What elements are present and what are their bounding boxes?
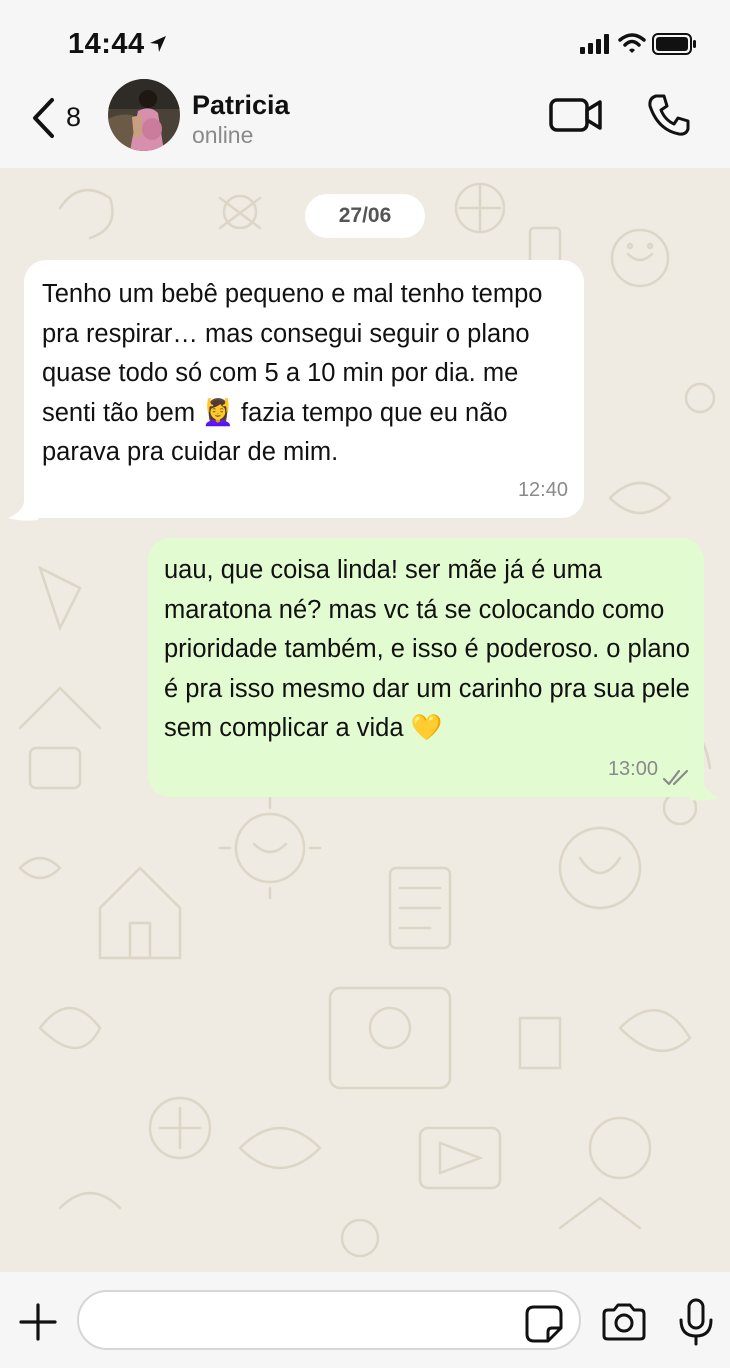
camera-icon[interactable] (600, 1302, 648, 1342)
message-text: uau, que coisa linda! ser mãe já é uma m… (164, 556, 690, 743)
message-timestamp: 13:00 (607, 757, 658, 780)
video-camera-icon[interactable] (548, 94, 604, 136)
phone-icon[interactable] (646, 92, 692, 138)
date-chip: 27/06 (305, 194, 425, 238)
message-bubble-incoming[interactable]: Tenho um bebê pequeno e mal tenho tempo … (24, 260, 584, 518)
message-text: Tenho um bebê pequeno e mal tenho tempo … (42, 280, 543, 466)
chevron-left-icon (33, 98, 54, 138)
wifi-icon (618, 33, 646, 53)
avatar[interactable] (108, 79, 180, 151)
clock: 14:44 (68, 28, 145, 60)
read-receipt-icon (662, 769, 689, 786)
battery-icon (652, 33, 696, 55)
status-bar: 14:44 (0, 0, 730, 80)
unread-count: 8 (66, 102, 82, 132)
plus-icon[interactable] (18, 1302, 58, 1342)
location-arrow-icon (150, 36, 166, 52)
message-input[interactable] (77, 1290, 581, 1350)
message-bubble-outgoing[interactable]: uau, que coisa linda! ser mãe já é uma m… (148, 538, 704, 797)
chat-area[interactable]: 27/06 Tenho um bebê pequeno e mal tenho … (0, 168, 730, 1272)
microphone-icon[interactable] (676, 1298, 716, 1346)
contact-name[interactable]: Patricia (192, 90, 290, 121)
contact-status: online (192, 122, 254, 148)
sticker-icon[interactable] (524, 1304, 564, 1344)
input-bar (0, 1272, 730, 1368)
message-timestamp: 12:40 (517, 478, 568, 501)
yellow-heart-emoji: 💛 (410, 713, 443, 743)
cellular-signal-icon (580, 34, 609, 54)
back-button[interactable]: 8 (24, 92, 94, 142)
person-massage-emoji: 💆‍♀️ (202, 397, 234, 428)
chat-header: 8 Patricia online (0, 72, 730, 168)
